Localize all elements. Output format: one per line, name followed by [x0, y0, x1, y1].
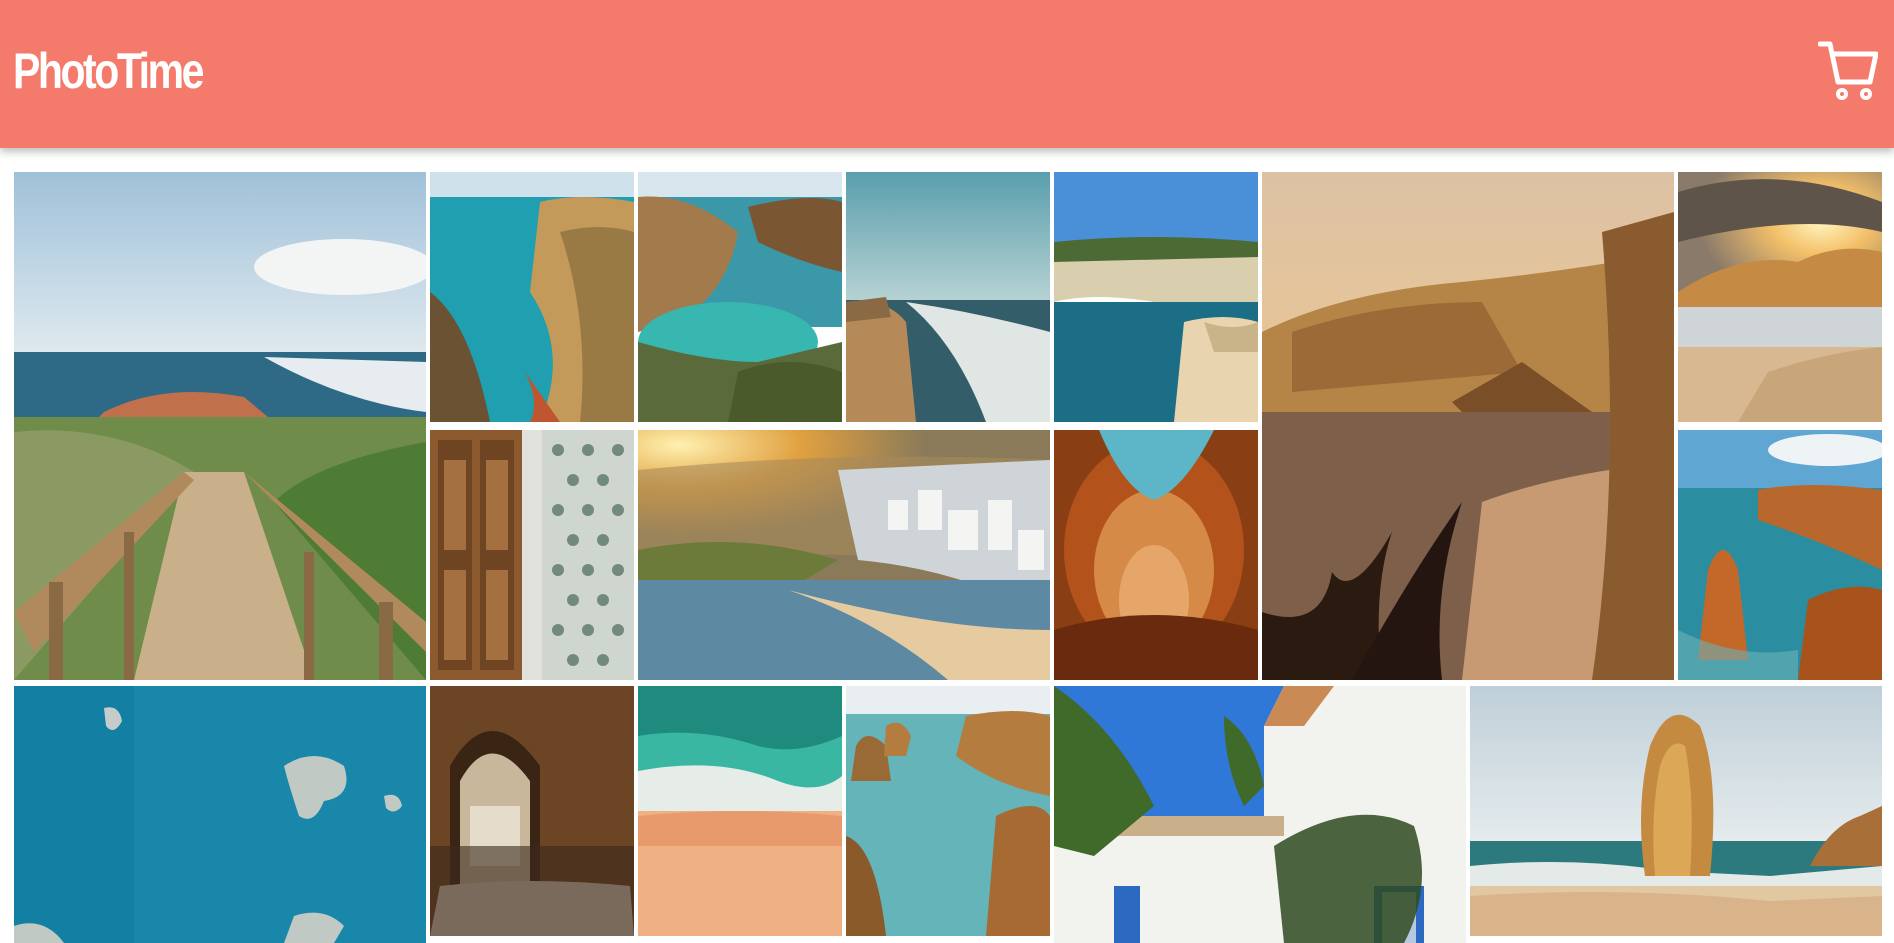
photo-rocky-lagoon[interactable]: [638, 172, 842, 422]
cart-icon[interactable]: [1817, 38, 1879, 102]
photo-coastal-town-sunrise[interactable]: [638, 430, 1050, 680]
top-app-bar: PhotoTime: [0, 0, 1894, 148]
photo-turquoise-cove-cliffs[interactable]: [430, 172, 634, 422]
photo-sea-cave-arch[interactable]: [1054, 430, 1258, 680]
photo-white-house-bougainvillea[interactable]: [1054, 686, 1466, 943]
photo-stone-archway[interactable]: [430, 686, 634, 936]
photo-rock-pillar-beach[interactable]: [1470, 686, 1882, 936]
photo-sunset-cliffs-bay[interactable]: [1262, 172, 1674, 680]
app-logo[interactable]: PhotoTime: [13, 42, 204, 100]
photo-aerial-ocean-rocks[interactable]: [14, 686, 426, 943]
photo-white-cliffs-beach[interactable]: [1054, 172, 1258, 422]
photo-carved-wooden-door[interactable]: [430, 430, 634, 680]
photo-beach-waves[interactable]: [846, 172, 1050, 422]
photo-aerial-beach-shoreline[interactable]: [638, 686, 842, 936]
photo-cliffs-clear-water[interactable]: [846, 686, 1050, 936]
photo-sea-stacks[interactable]: [1678, 430, 1882, 680]
photo-boardwalk-coast[interactable]: [14, 172, 426, 680]
photo-sunburst-rocks[interactable]: [1678, 172, 1882, 422]
